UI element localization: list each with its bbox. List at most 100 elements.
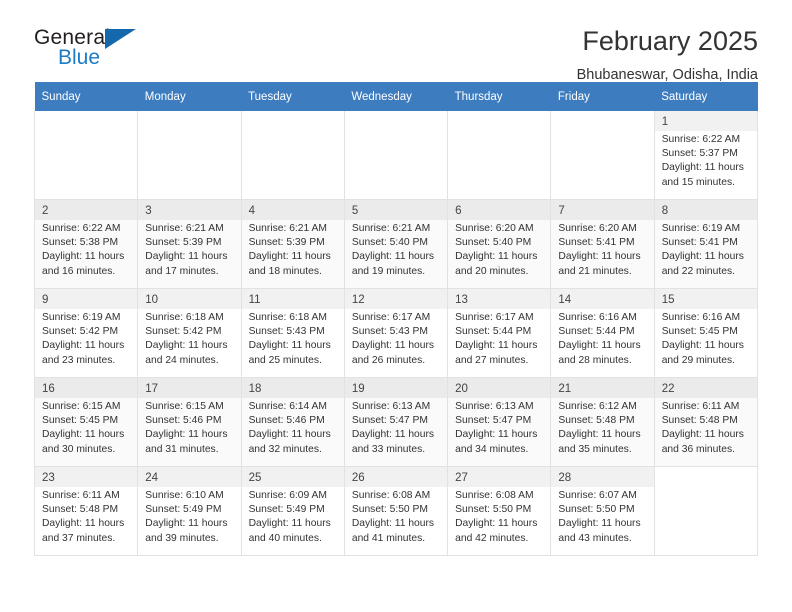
weekday-header-saturday: Saturday (654, 82, 758, 111)
day-info: Sunrise: 6:09 AM Sunset: 5:49 PM Dayligh… (242, 487, 344, 546)
day-info: Sunrise: 6:13 AM Sunset: 5:47 PM Dayligh… (448, 398, 550, 457)
sunrise-text: Sunrise: 6:15 AM (145, 401, 224, 412)
daylight-text-line1: Daylight: 11 hours (145, 429, 228, 441)
day-number: 9 (35, 289, 138, 309)
day-cell-24[interactable]: 24 Sunrise: 6:10 AM Sunset: 5:49 PM Dayl… (137, 466, 242, 556)
daylight-text-line1: Daylight: 11 hours (351, 518, 435, 530)
sunrise-text: Sunrise: 6:12 AM (558, 401, 637, 412)
day-cell-1[interactable]: 1 Sunrise: 6:22 AM Sunset: 5:37 PM Dayli… (653, 111, 759, 200)
day-cell-17[interactable]: 17 Sunrise: 6:15 AM Sunset: 5:46 PM Dayl… (137, 377, 242, 467)
day-cell-18[interactable]: 18 Sunrise: 6:14 AM Sunset: 5:46 PM Dayl… (240, 377, 345, 467)
day-number: 27 (448, 467, 551, 487)
page-header: General Blue February 2025 Bhubaneswar, … (34, 0, 758, 83)
sunrise-text: Sunrise: 6:16 AM (558, 312, 637, 323)
daylight-text-line2: and 43 minutes. (558, 532, 632, 544)
day-info: Sunrise: 6:17 AM Sunset: 5:43 PM Dayligh… (345, 309, 447, 368)
sunrise-text: Sunrise: 6:18 AM (248, 312, 327, 323)
daylight-text-line1: Daylight: 11 hours (145, 518, 228, 530)
daylight-text-line1: Daylight: 11 hours (42, 340, 125, 352)
day-cell-27[interactable]: 27 Sunrise: 6:08 AM Sunset: 5:50 PM Dayl… (447, 466, 552, 556)
daylight-text-line1: Daylight: 11 hours (351, 429, 435, 441)
weekday-header-wednesday: Wednesday (344, 82, 448, 111)
day-cell-22[interactable]: 22 Sunrise: 6:11 AM Sunset: 5:48 PM Dayl… (653, 377, 759, 467)
day-cell-8[interactable]: 8 Sunrise: 6:19 AM Sunset: 5:41 PM Dayli… (653, 199, 759, 289)
day-info: Sunrise: 6:07 AM Sunset: 5:50 PM Dayligh… (551, 487, 653, 546)
day-cell-26[interactable]: 26 Sunrise: 6:08 AM Sunset: 5:50 PM Dayl… (343, 466, 449, 556)
day-cell-empty (240, 111, 345, 200)
general-blue-logo[interactable]: General Blue (34, 26, 144, 72)
sunset-text: Sunset: 5:42 PM (42, 326, 119, 338)
daylight-text-line1: Daylight: 11 hours (455, 429, 538, 441)
day-cell-13[interactable]: 13 Sunrise: 6:17 AM Sunset: 5:44 PM Dayl… (447, 288, 552, 378)
day-number: 7 (551, 200, 654, 220)
day-info: Sunrise: 6:15 AM Sunset: 5:46 PM Dayligh… (138, 398, 240, 457)
daylight-text-line1: Daylight: 11 hours (558, 429, 641, 441)
day-number: 28 (551, 467, 654, 487)
daylight-text-line2: and 41 minutes. (351, 532, 426, 544)
daylight-text-line2: and 29 minutes. (661, 354, 735, 366)
day-cell-3[interactable]: 3 Sunrise: 6:21 AM Sunset: 5:39 PM Dayli… (137, 199, 242, 289)
day-cell-10[interactable]: 10 Sunrise: 6:18 AM Sunset: 5:42 PM Dayl… (137, 288, 242, 378)
daylight-text-line2: and 32 minutes. (248, 443, 322, 455)
daylight-text-line1: Daylight: 11 hours (558, 340, 641, 352)
day-info: Sunrise: 6:14 AM Sunset: 5:46 PM Dayligh… (242, 398, 344, 457)
day-number: 25 (241, 467, 344, 487)
day-number (448, 111, 550, 118)
day-info: Sunrise: 6:20 AM Sunset: 5:40 PM Dayligh… (448, 220, 550, 279)
day-number: 16 (35, 378, 138, 398)
sunrise-text: Sunrise: 6:22 AM (661, 134, 741, 145)
day-number: 21 (551, 378, 654, 398)
sunset-text: Sunset: 5:45 PM (661, 326, 738, 338)
day-cell-25[interactable]: 25 Sunrise: 6:09 AM Sunset: 5:49 PM Dayl… (240, 466, 345, 556)
day-cell-19[interactable]: 19 Sunrise: 6:13 AM Sunset: 5:47 PM Dayl… (343, 377, 449, 467)
daylight-text-line2: and 27 minutes. (455, 354, 529, 366)
daylight-text-line1: Daylight: 11 hours (661, 251, 744, 263)
day-number (242, 111, 344, 118)
day-cell-11[interactable]: 11 Sunrise: 6:18 AM Sunset: 5:43 PM Dayl… (240, 288, 345, 378)
day-info: Sunrise: 6:22 AM Sunset: 5:37 PM Dayligh… (655, 131, 757, 190)
sunrise-text: Sunrise: 6:18 AM (145, 312, 224, 323)
daylight-text-line1: Daylight: 11 hours (248, 251, 331, 263)
day-cell-15[interactable]: 15 Sunrise: 6:16 AM Sunset: 5:45 PM Dayl… (653, 288, 759, 378)
day-info: Sunrise: 6:17 AM Sunset: 5:44 PM Dayligh… (448, 309, 550, 368)
daylight-text-line2: and 21 minutes. (558, 265, 632, 277)
sunrise-text: Sunrise: 6:08 AM (351, 490, 431, 501)
day-cell-14[interactable]: 14 Sunrise: 6:16 AM Sunset: 5:44 PM Dayl… (550, 288, 655, 378)
day-number: 22 (654, 378, 757, 398)
day-info: Sunrise: 6:18 AM Sunset: 5:43 PM Dayligh… (242, 309, 344, 368)
daylight-text-line1: Daylight: 11 hours (248, 518, 331, 530)
day-info: Sunrise: 6:19 AM Sunset: 5:42 PM Dayligh… (35, 309, 137, 368)
daylight-text-line1: Daylight: 11 hours (661, 429, 744, 441)
sunrise-text: Sunrise: 6:11 AM (661, 401, 740, 412)
day-number: 6 (448, 200, 551, 220)
day-cell-7[interactable]: 7 Sunrise: 6:20 AM Sunset: 5:41 PM Dayli… (550, 199, 655, 289)
day-info: Sunrise: 6:22 AM Sunset: 5:38 PM Dayligh… (35, 220, 137, 279)
daylight-text-line2: and 31 minutes. (145, 443, 219, 455)
day-number: 3 (138, 200, 241, 220)
day-info: Sunrise: 6:08 AM Sunset: 5:50 PM Dayligh… (448, 487, 550, 546)
daylight-text-line2: and 16 minutes. (42, 265, 116, 277)
daylight-text-line2: and 40 minutes. (248, 532, 322, 544)
day-cell-23[interactable]: 23 Sunrise: 6:11 AM Sunset: 5:48 PM Dayl… (33, 466, 139, 556)
day-info: Sunrise: 6:16 AM Sunset: 5:44 PM Dayligh… (551, 309, 653, 368)
day-cell-4[interactable]: 4 Sunrise: 6:21 AM Sunset: 5:39 PM Dayli… (240, 199, 345, 289)
day-number (345, 111, 447, 118)
page-title: February 2025 (582, 26, 758, 56)
daylight-text-line1: Daylight: 11 hours (248, 429, 331, 441)
sunset-text: Sunset: 5:48 PM (661, 415, 738, 427)
day-info: Sunrise: 6:19 AM Sunset: 5:41 PM Dayligh… (655, 220, 757, 279)
day-cell-20[interactable]: 20 Sunrise: 6:13 AM Sunset: 5:47 PM Dayl… (447, 377, 552, 467)
day-cell-9[interactable]: 9 Sunrise: 6:19 AM Sunset: 5:42 PM Dayli… (33, 288, 139, 378)
day-cell-6[interactable]: 6 Sunrise: 6:20 AM Sunset: 5:40 PM Dayli… (447, 199, 552, 289)
sunrise-text: Sunrise: 6:09 AM (248, 490, 327, 501)
day-cell-2[interactable]: 2 Sunrise: 6:22 AM Sunset: 5:38 PM Dayli… (33, 199, 139, 289)
weekday-header-thursday: Thursday (447, 82, 551, 111)
sunrise-text: Sunrise: 6:15 AM (42, 401, 121, 412)
day-cell-5[interactable]: 5 Sunrise: 6:21 AM Sunset: 5:40 PM Dayli… (343, 199, 449, 289)
sunset-text: Sunset: 5:41 PM (661, 237, 738, 249)
day-cell-28[interactable]: 28 Sunrise: 6:07 AM Sunset: 5:50 PM Dayl… (550, 466, 655, 556)
day-cell-12[interactable]: 12 Sunrise: 6:17 AM Sunset: 5:43 PM Dayl… (343, 288, 449, 378)
daylight-text-line1: Daylight: 11 hours (145, 251, 228, 263)
day-cell-16[interactable]: 16 Sunrise: 6:15 AM Sunset: 5:45 PM Dayl… (33, 377, 139, 467)
day-cell-21[interactable]: 21 Sunrise: 6:12 AM Sunset: 5:48 PM Dayl… (550, 377, 655, 467)
